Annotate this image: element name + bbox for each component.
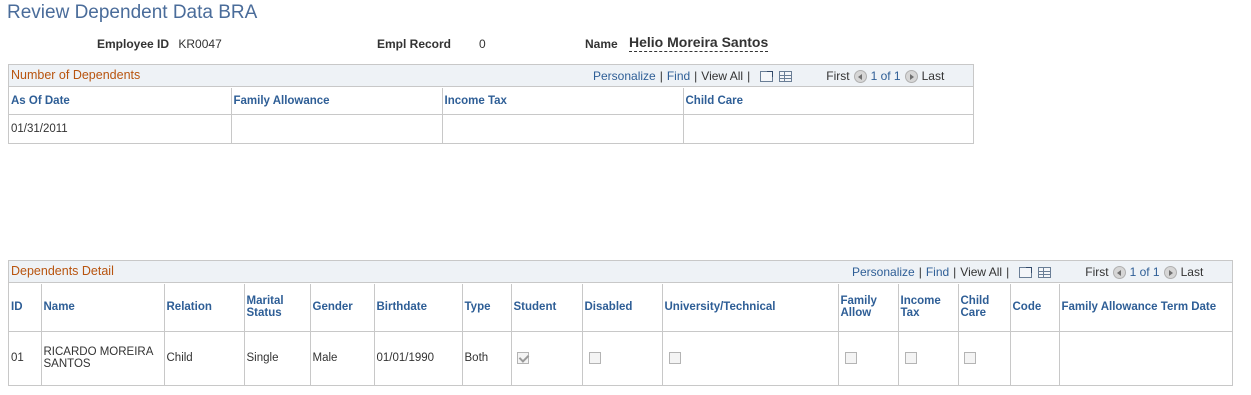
grid-title: Number of Dependents — [11, 68, 141, 82]
previous-icon[interactable] — [853, 69, 867, 83]
empl-record-label: Empl Record — [377, 37, 452, 51]
next-icon[interactable] — [1163, 265, 1177, 279]
view-all-link[interactable]: View All — [701, 69, 743, 83]
table-row: 01/31/2011 — [9, 114, 973, 143]
zoom-icon[interactable] — [760, 70, 774, 82]
first-label: First — [826, 69, 850, 83]
row-range: 1 of 1 — [1129, 265, 1160, 279]
disabled-checkbox[interactable] — [588, 352, 601, 365]
download-icon[interactable] — [779, 70, 793, 82]
column-header-university-technical[interactable]: University/Technical — [662, 284, 839, 332]
view-all-link[interactable]: View All — [960, 265, 1002, 279]
separator: | — [659, 69, 663, 83]
university-technical-cell — [662, 331, 839, 385]
column-header-gender[interactable]: Gender — [310, 284, 375, 332]
disabled-cell — [582, 331, 663, 385]
family-allow-checkbox[interactable] — [844, 352, 857, 365]
column-header-id[interactable]: ID — [9, 284, 42, 332]
type-cell: Both — [462, 331, 512, 385]
separator: | — [1006, 265, 1010, 279]
gender-cell: Male — [310, 331, 375, 385]
column-header-name[interactable]: Name — [41, 284, 165, 332]
employee-id-value: KR0047 — [178, 37, 222, 51]
previous-icon[interactable] — [1112, 265, 1126, 279]
table-row: 01 RICARDO MOREIRA SANTOS Child Single M… — [9, 331, 1232, 385]
column-header-relation[interactable]: Relation — [164, 284, 245, 332]
first-label: First — [1085, 265, 1109, 279]
employee-name-value[interactable]: Helio Moreira Santos — [629, 34, 769, 52]
family-allow-cell — [838, 331, 899, 385]
grid-title: Dependents Detail — [11, 264, 114, 278]
personalize-link[interactable]: Personalize — [593, 69, 656, 83]
grid-header: Dependents Detail Personalize | Find | V… — [9, 261, 1232, 283]
column-header-child-care[interactable]: Child Care — [683, 88, 973, 115]
last-label: Last — [1180, 265, 1204, 279]
grid-navigation: Personalize | Find | View All | First 1 … — [593, 69, 944, 83]
as-of-date-cell: 01/31/2011 — [9, 114, 232, 143]
download-icon[interactable] — [1038, 266, 1052, 278]
child-care-cell — [958, 331, 1011, 385]
column-header-student[interactable]: Student — [511, 284, 583, 332]
code-cell — [1010, 331, 1060, 385]
family-allowance-term-date-cell — [1059, 331, 1232, 385]
student-cell — [511, 331, 583, 385]
column-header-family-allow[interactable]: Family Allow — [838, 284, 899, 332]
column-header-birthdate[interactable]: Birthdate — [374, 284, 463, 332]
grid-navigation: Personalize | Find | View All | First 1 … — [852, 265, 1203, 279]
page-title: Review Dependent Data BRA — [7, 2, 258, 23]
find-link[interactable]: Find — [667, 69, 690, 83]
empl-record-field: Empl Record — [377, 37, 451, 51]
employee-id-label: Employee ID — [97, 37, 170, 51]
employee-id-field: Employee ID KR0047 — [97, 37, 222, 51]
income-tax-cell — [898, 331, 959, 385]
dependents-detail-table: ID Name Relation Marital Status Gender B… — [9, 284, 1232, 385]
relation-cell: Child — [164, 331, 245, 385]
separator: | — [694, 69, 698, 83]
id-cell: 01 — [9, 331, 42, 385]
column-header-income-tax[interactable]: Income Tax — [898, 284, 959, 332]
birthdate-cell: 01/01/1990 — [374, 331, 463, 385]
dependents-detail-grid: Dependents Detail Personalize | Find | V… — [8, 260, 1233, 386]
column-header-family-allowance-term-date[interactable]: Family Allowance Term Date — [1059, 284, 1232, 332]
separator: | — [918, 265, 922, 279]
family-allowance-cell — [231, 114, 443, 143]
student-checkbox[interactable] — [516, 352, 529, 365]
column-header-as-of-date[interactable]: As Of Date — [9, 88, 232, 115]
column-header-income-tax[interactable]: Income Tax — [442, 88, 684, 115]
column-header-disabled[interactable]: Disabled — [582, 284, 663, 332]
number-of-dependents-grid: Number of Dependents Personalize | Find … — [8, 64, 974, 144]
child-care-cell — [683, 114, 973, 143]
column-header-child-care[interactable]: Child Care — [958, 284, 1011, 332]
child-care-checkbox[interactable] — [963, 352, 976, 365]
marital-status-cell: Single — [244, 331, 311, 385]
name-cell: RICARDO MOREIRA SANTOS — [41, 331, 165, 385]
column-header-marital-status[interactable]: Marital Status — [244, 284, 311, 332]
column-header-family-allowance[interactable]: Family Allowance — [231, 88, 443, 115]
university-technical-checkbox[interactable] — [668, 352, 681, 365]
personalize-link[interactable]: Personalize — [852, 265, 915, 279]
separator: | — [747, 69, 751, 83]
income-tax-checkbox[interactable] — [904, 352, 917, 365]
grid-header: Number of Dependents Personalize | Find … — [9, 65, 973, 87]
column-header-type[interactable]: Type — [462, 284, 512, 332]
last-label: Last — [921, 69, 945, 83]
separator: | — [953, 265, 957, 279]
next-icon[interactable] — [904, 69, 918, 83]
income-tax-cell — [442, 114, 684, 143]
name-label: Name — [585, 37, 618, 51]
column-header-code[interactable]: Code — [1010, 284, 1060, 332]
row-range: 1 of 1 — [870, 69, 901, 83]
empl-record-value: 0 — [479, 37, 486, 51]
zoom-icon[interactable] — [1019, 266, 1033, 278]
number-of-dependents-table: As Of Date Family Allowance Income Tax C… — [9, 88, 973, 143]
find-link[interactable]: Find — [926, 265, 949, 279]
